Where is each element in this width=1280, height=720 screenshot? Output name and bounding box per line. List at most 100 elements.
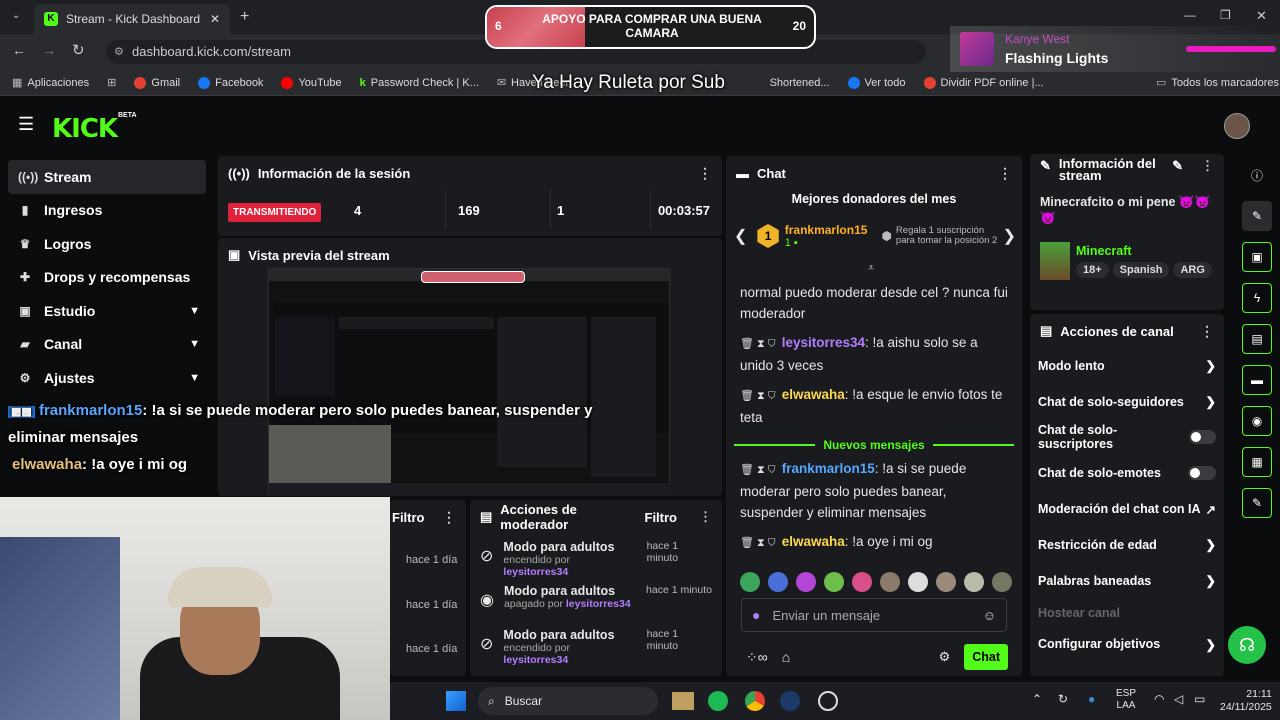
bookmark-dividir-pdf[interactable]: Dividir PDF online |...	[923, 76, 1044, 89]
emote-icon[interactable]	[908, 572, 928, 592]
sidebar-item-ajustes[interactable]: ⚙ Ajustes ▼	[0, 361, 214, 395]
kebab-menu-icon[interactable]: ⋮	[698, 165, 712, 182]
category-name[interactable]: Minecraft	[1076, 244, 1212, 258]
language-indicator[interactable]: ESP LAA	[1116, 688, 1136, 712]
toggle-switch[interactable]	[1188, 466, 1216, 481]
bookmark-youtube[interactable]: YouTube	[281, 76, 342, 89]
chat-bubble-icon[interactable]: ▬	[1242, 365, 1272, 395]
sidebar-item-canal[interactable]: ▰ Canal ▼	[0, 328, 214, 362]
tag-chip[interactable]: 18+	[1076, 262, 1109, 278]
sidebar-item-ingresos[interactable]: ▮ Ingresos	[0, 194, 214, 228]
action-solo-emotes[interactable]: Chat de solo-emotes	[1030, 455, 1224, 491]
history-filter[interactable]: Filtro	[392, 510, 425, 525]
obs-icon[interactable]	[818, 691, 838, 711]
kick-points-icon[interactable]: ⁘∞	[746, 649, 768, 666]
sidebar-item-estudio[interactable]: ▣ Estudio ▼	[0, 294, 214, 328]
kebab-menu-icon[interactable]: ⋮	[998, 165, 1012, 182]
windows-start-icon[interactable]	[446, 691, 466, 711]
tag-chip[interactable]: Spanish	[1112, 262, 1170, 278]
avatar[interactable]	[1224, 113, 1250, 139]
store-icon[interactable]: ⌂	[782, 649, 790, 665]
bookmark-gmail[interactable]: Gmail	[134, 76, 180, 89]
volume-icon[interactable]: ◁	[1174, 692, 1183, 706]
bookmark-password-check[interactable]: k Password Check | K...	[360, 77, 479, 89]
mic-icon[interactable]: ●	[752, 607, 760, 623]
mic-icon[interactable]: ●	[1088, 692, 1095, 706]
close-tab-icon[interactable]: ✕	[210, 12, 220, 26]
kebab-menu-icon[interactable]: ⋮	[1201, 158, 1214, 174]
steam-icon[interactable]	[780, 691, 800, 711]
kebab-menu-icon[interactable]: ⋮	[1200, 323, 1214, 340]
new-tab-icon[interactable]: +	[240, 8, 249, 26]
emote-icon[interactable]	[964, 572, 984, 592]
browser-tab[interactable]: K Stream - Kick Dashboard ✕	[34, 4, 230, 34]
close-window-icon[interactable]: ✕	[1256, 8, 1267, 24]
bookmark-grid[interactable]: ⊞	[107, 76, 116, 89]
edit-icon[interactable]: ✎	[1242, 201, 1272, 231]
wifi-icon[interactable]: ◠	[1154, 692, 1164, 706]
top-donor-name[interactable]: frankmarlon15	[785, 223, 868, 237]
emote-icon[interactable]	[936, 572, 956, 592]
sidebar-item-logros[interactable]: ♛ Logros	[0, 227, 214, 261]
emote-icon[interactable]	[740, 572, 760, 592]
emote-icon[interactable]	[880, 572, 900, 592]
action-moderacion-ia[interactable]: Moderación del chat con IA ↗	[1030, 491, 1224, 527]
tray-chevron-icon[interactable]: ⌃	[1032, 692, 1042, 706]
spotify-icon[interactable]	[708, 691, 728, 711]
toggle-switch[interactable]	[1188, 430, 1216, 445]
action-configurar-objetivos[interactable]: Configurar objetivos ❯	[1030, 627, 1224, 663]
file-explorer-icon[interactable]	[672, 692, 694, 710]
broadcast-icon[interactable]: ◉	[1242, 406, 1272, 436]
emote-icon[interactable]	[824, 572, 844, 592]
info-icon[interactable]: ⓘ	[1242, 160, 1272, 190]
menu-icon[interactable]: ☰	[18, 114, 34, 135]
emote-icon[interactable]	[852, 572, 872, 592]
mod-filter[interactable]: Filtro	[645, 510, 678, 525]
chevron-left-icon[interactable]: ❮	[734, 226, 747, 246]
wrench-icon[interactable]: ✎	[1242, 488, 1272, 518]
minimize-icon[interactable]: —	[1184, 8, 1196, 22]
chat-input[interactable]: ● Enviar un mensaje ☺	[741, 598, 1007, 632]
emote-icon[interactable]	[796, 572, 816, 592]
tab-search-icon[interactable]: ⌄	[12, 10, 20, 21]
emoji-icon[interactable]: ☺	[983, 608, 996, 623]
site-info-icon[interactable]: ⚙	[114, 40, 124, 64]
sidebar-item-stream[interactable]: ((•)) Stream	[8, 160, 206, 194]
action-restriccion-edad[interactable]: Restricción de edad ❯	[1030, 527, 1224, 563]
bookmark-facebook[interactable]: Facebook	[198, 76, 263, 89]
all-bookmarks[interactable]: ▭ Todos los marcadores	[1156, 76, 1279, 90]
battery-icon[interactable]: ▭	[1194, 692, 1205, 706]
send-chat-button[interactable]: Chat	[964, 644, 1008, 670]
kick-logo[interactable]: KICK	[52, 114, 118, 144]
support-headset-icon[interactable]: ☊	[1228, 626, 1266, 664]
kebab-menu-icon[interactable]: ⋮	[442, 509, 456, 526]
scroll-down-icon[interactable]: ⩡	[868, 262, 874, 275]
screen-icon[interactable]: ▣	[1242, 242, 1272, 272]
kebab-menu-icon[interactable]: ⋮	[699, 509, 712, 525]
action-palabras-baneadas[interactable]: Palabras baneadas ❯	[1030, 563, 1224, 599]
emote-icon[interactable]	[992, 572, 1012, 592]
gear-icon[interactable]: ⚙	[939, 649, 951, 665]
layout-icon[interactable]: ▦	[1242, 447, 1272, 477]
restore-icon[interactable]: ❐	[1220, 8, 1231, 22]
bookmark-shortened[interactable]: Shortened...	[770, 77, 830, 89]
sync-icon[interactable]: ↻	[1058, 692, 1068, 706]
chrome-icon[interactable]	[745, 691, 765, 711]
sidebar-item-drops[interactable]: ✚ Drops y recompensas	[0, 261, 214, 295]
forward-icon[interactable]: →	[42, 42, 56, 58]
reload-icon[interactable]: ↻	[72, 41, 85, 59]
back-icon[interactable]: ←	[12, 42, 26, 58]
bookmark-ver-todo[interactable]: Ver todo	[847, 76, 906, 89]
taskbar-search[interactable]: ⌕ Buscar	[478, 687, 658, 715]
chevron-right-icon[interactable]: ❯	[1003, 226, 1016, 246]
clock[interactable]: 21:11 24/11/2025	[1220, 688, 1272, 714]
lightning-icon[interactable]: ϟ	[1242, 283, 1272, 313]
bookmark-apps[interactable]: ▦ Aplicaciones	[12, 76, 89, 90]
tag-chip[interactable]: ARG	[1173, 262, 1212, 278]
action-modo-lento[interactable]: Modo lento ❯	[1030, 348, 1224, 384]
emote-icon[interactable]	[768, 572, 788, 592]
notes-icon[interactable]: ▤	[1242, 324, 1272, 354]
action-solo-suscriptores[interactable]: Chat de solo-suscriptores	[1030, 420, 1224, 456]
edit-icon[interactable]: ✎	[1172, 158, 1183, 174]
action-solo-seguidores[interactable]: Chat de solo-seguidores ❯	[1030, 384, 1224, 420]
